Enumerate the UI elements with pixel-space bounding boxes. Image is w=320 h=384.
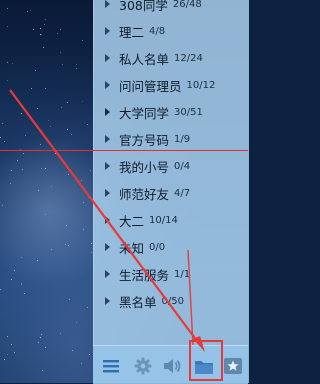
annotation-arrow (9, 89, 205, 352)
annotation-highlight-box (189, 340, 223, 381)
